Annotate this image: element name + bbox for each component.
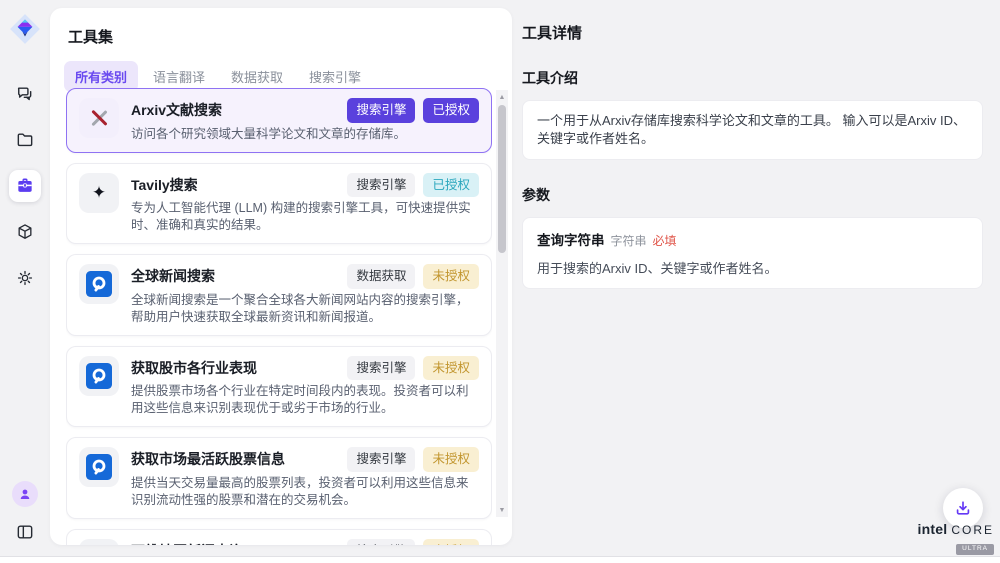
chat-icon [15,84,35,104]
tool-tags: 搜索引擎 未授权 [347,356,479,381]
arxiv-logo-icon [89,108,109,128]
tool-auth-tag: 未授权 [423,447,479,472]
tool-description: 访问各个研究领域大量科学论文和文章的存储库。 [131,126,479,143]
tool-icon-tile: ✦ [79,356,119,396]
tool-detail-panel: 工具详情 工具介绍 一个用于从Arxiv存储库搜索科学论文和文章的工具。 输入可… [512,0,1000,556]
panel-layout-icon [15,522,35,542]
tool-name: 获取市场最活跃股票信息 [131,450,285,468]
tool-auth-tag: 已授权 [423,173,479,198]
sidebar-bottom [0,481,50,548]
intro-text: 一个用于从Arxiv存储库搜索科学论文和文章的工具。 输入可以是Arxiv ID… [537,112,968,148]
tool-tags: 搜索引擎 未授权 [347,539,479,546]
tool-card[interactable]: ✦ 全球新闻搜索 数据获取 [66,254,492,336]
params-heading: 参数 [522,185,983,205]
tools-list: ✦ Arxiv文献搜索 搜索引 [66,88,492,545]
sidebar [0,0,50,556]
scroll-up-arrow-icon[interactable]: ▲ [496,91,508,103]
sidebar-item-chat[interactable] [9,78,41,110]
tool-name: 万维地区新闻查询 [131,542,243,545]
tool-icon-tile: ✦ [79,264,119,304]
tool-category-tag: 搜索引擎 [347,447,415,472]
panel-toggle-button[interactable] [9,516,41,548]
param-card: 查询字符串字符串必填 用于搜索的Arxiv ID、关键字或作者姓名。 [522,217,983,289]
tools-panel-title: 工具集 [50,8,512,47]
tool-tags: 搜索引擎 已授权 [347,98,479,123]
app-window: 工具集 所有类别语言翻译数据获取搜索引擎 ✦ [0,0,1000,557]
intro-card: 一个用于从Arxiv存储库搜索科学论文和文章的工具。 输入可以是Arxiv ID… [522,100,983,160]
folder-icon [15,130,35,150]
q-news-icon [86,454,112,480]
tool-card-main: 全球新闻搜索 数据获取 未授权 全球新闻搜索是一个聚合全球各大新闻网站内容的搜索… [131,264,479,326]
tool-category-tag: 数据获取 [347,264,415,289]
tool-icon-tile: ✦ [79,447,119,487]
app-logo-icon [8,12,42,46]
tool-card-main: Tavily搜索 搜索引擎 已授权 专为人工智能代理 (LLM) 构建的搜索引擎… [131,173,479,235]
scroll-down-arrow-icon[interactable]: ▼ [496,504,508,516]
tool-card[interactable]: ✦ Tavily搜索 搜索引擎 [66,163,492,245]
tool-auth-tag: 已授权 [423,98,479,123]
param-type: 字符串 [611,234,647,248]
sidebar-item-settings[interactable] [9,262,41,294]
intel-ultra-badge: ultra [956,544,994,555]
sidebar-item-toolbox[interactable] [9,170,41,202]
tool-card[interactable]: ✦ 万维地区新闻查询 搜索引擎 [66,529,492,546]
tool-description: 提供当天交易量最高的股票列表，投资者可以利用这些信息来识别流动性强的股票和潜在的… [131,475,479,509]
param-required-badge: 必填 [653,234,677,248]
tool-card[interactable]: ✦ 获取股市各行业表现 搜索引 [66,346,492,428]
q-news-icon [86,363,112,389]
tool-icon-tile: ✦ [79,173,119,213]
cube-icon [15,222,35,242]
tools-panel: 工具集 所有类别语言翻译数据获取搜索引擎 ✦ [50,8,512,545]
tool-tags: 搜索引擎 已授权 [347,173,479,198]
tool-description: 专为人工智能代理 (LLM) 构建的搜索引擎工具，可快速提供实时、准确和真实的结… [131,200,479,234]
toolbox-icon [15,176,35,196]
tool-name: 获取股市各行业表现 [131,359,257,377]
tool-card-main: 获取股市各行业表现 搜索引擎 未授权 提供股票市场各个行业在特定时间段内的表现。… [131,356,479,418]
sidebar-item-cube[interactable] [9,216,41,248]
user-avatar[interactable] [12,481,38,507]
tool-card[interactable]: ✦ 获取市场最活跃股票信息 搜 [66,437,492,519]
tool-auth-tag: 未授权 [423,264,479,289]
tool-icon-tile: ✦ [79,539,119,546]
tool-category-tag: 搜索引擎 [347,98,415,123]
sidebar-item-folder[interactable] [9,124,41,156]
tool-category-tag: 搜索引擎 [347,173,415,198]
tool-tags: 搜索引擎 未授权 [347,447,479,472]
scrollbar-thumb[interactable] [498,105,506,253]
download-icon [953,498,973,518]
param-description: 用于搜索的Arxiv ID、关键字或作者姓名。 [537,258,968,277]
tool-auth-tag: 未授权 [423,539,479,546]
user-icon [17,486,33,502]
detail-title: 工具详情 [522,22,983,43]
tool-tags: 数据获取 未授权 [347,264,479,289]
core-wordmark: core [951,523,994,537]
intro-heading: 工具介绍 [522,68,983,88]
gear-icon [15,268,35,288]
param-name: 查询字符串 [537,233,605,248]
tool-icon-tile: ✦ [79,98,119,138]
tool-category-tag: 搜索引擎 [347,539,415,546]
tool-card-main: Arxiv文献搜索 搜索引擎 已授权 访问各个研究领域大量科学论文和文章的存储库… [131,98,479,143]
tool-card-main: 万维地区新闻查询 搜索引擎 未授权 查询具体行政区划内的新闻，快速了解各地新闻动 [131,539,479,546]
intel-wordmark: intel [918,521,948,537]
param-header: 查询字符串字符串必填 [537,229,968,250]
tool-description: 全球新闻搜索是一个聚合全球各大新闻网站内容的搜索引擎，帮助用户快速获取全球最新资… [131,292,479,326]
tool-card[interactable]: ✦ Arxiv文献搜索 搜索引 [66,88,492,153]
tool-name: Arxiv文献搜索 [131,101,222,119]
sidebar-nav [0,78,50,294]
tool-description: 提供股票市场各个行业在特定时间段内的表现。投资者可以利用这些信息来识别表现优于或… [131,383,479,417]
tavily-star-icon: ✦ [92,184,106,201]
tool-auth-tag: 未授权 [423,356,479,381]
tool-card-main: 获取市场最活跃股票信息 搜索引擎 未授权 提供当天交易量最高的股票列表，投资者可… [131,447,479,509]
tools-list-scrollbar[interactable]: ▲ ▼ [496,90,508,517]
tool-name: Tavily搜索 [131,176,198,194]
intel-core-logo: intelcore ultra [918,522,994,555]
tool-name: 全球新闻搜索 [131,267,215,285]
tool-category-tag: 搜索引擎 [347,356,415,381]
q-news-icon [86,271,112,297]
